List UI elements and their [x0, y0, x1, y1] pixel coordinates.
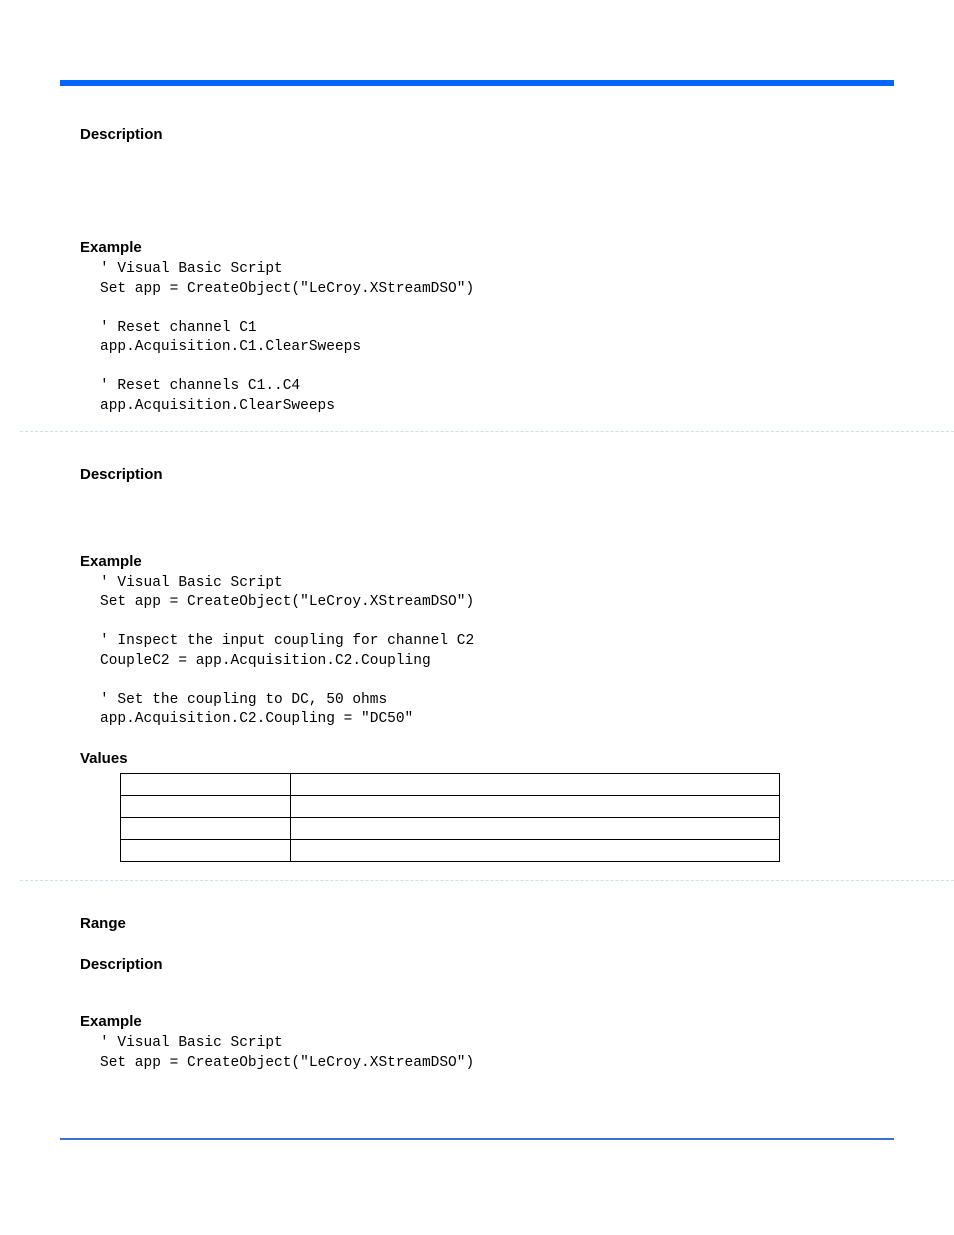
footer-rule	[60, 1138, 894, 1140]
spacer	[80, 936, 894, 946]
example-heading: Example	[80, 553, 894, 570]
page-content: Description Example ' Visual Basic Scrip…	[0, 0, 954, 1113]
example-heading: Example	[80, 239, 894, 256]
code-block: ' Visual Basic Script Set app = CreateOb…	[80, 574, 894, 731]
values-heading: Values	[80, 750, 894, 767]
table-cell	[291, 796, 780, 818]
code-block: ' Visual Basic Script Set app = CreateOb…	[80, 1034, 894, 1073]
table-cell	[291, 840, 780, 862]
top-rule	[60, 80, 894, 86]
table-cell	[121, 774, 291, 796]
spacer	[80, 977, 894, 1003]
spacer	[80, 147, 894, 203]
spacer	[80, 895, 894, 905]
code-block: ' Visual Basic Script Set app = CreateOb…	[80, 260, 894, 417]
table-cell	[121, 840, 291, 862]
spacer	[80, 487, 894, 543]
table-row	[121, 840, 780, 862]
table-cell	[291, 774, 780, 796]
description-heading: Description	[80, 956, 894, 973]
table-row	[121, 774, 780, 796]
description-heading: Description	[80, 466, 894, 483]
table-row	[121, 818, 780, 840]
description-heading: Description	[80, 126, 894, 143]
table-cell	[121, 818, 291, 840]
example-heading: Example	[80, 1013, 894, 1030]
table-cell	[121, 796, 291, 818]
range-heading: Range	[80, 915, 894, 932]
section-divider	[20, 880, 954, 881]
table-row	[121, 796, 780, 818]
spacer	[80, 203, 894, 229]
spacer	[80, 446, 894, 456]
table-cell	[291, 818, 780, 840]
section-divider	[20, 431, 954, 432]
values-table	[120, 773, 780, 862]
body: Description Example ' Visual Basic Scrip…	[60, 126, 894, 1073]
